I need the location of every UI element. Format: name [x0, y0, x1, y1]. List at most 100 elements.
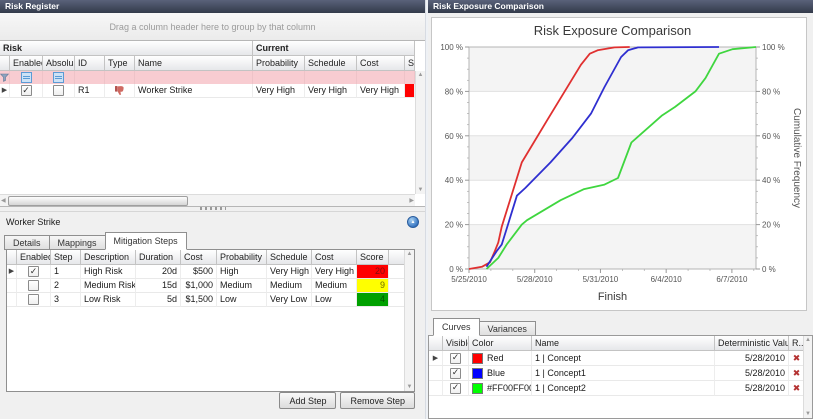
- tab-mappings[interactable]: Mappings: [49, 235, 106, 250]
- tab-curves[interactable]: Curves: [433, 318, 480, 336]
- column-header-score[interactable]: Sc: [405, 56, 415, 71]
- red-x-icon[interactable]: ✖: [793, 367, 801, 380]
- column-header-enabled[interactable]: Enabled: [10, 56, 43, 71]
- checkbox-unchecked-icon[interactable]: [28, 280, 39, 291]
- curve-visible-cell[interactable]: [443, 381, 469, 396]
- risk-row-worker-strike[interactable]: ▶ R1 Worker Strike Very High Very High V…: [0, 84, 425, 98]
- column-header-absolute[interactable]: Absolu...: [43, 56, 75, 71]
- column-header-name[interactable]: Name: [135, 56, 253, 71]
- scroll-up-icon[interactable]: ▲: [407, 251, 413, 257]
- checkbox-checked-icon[interactable]: [21, 85, 32, 96]
- filter-cell-id[interactable]: [75, 71, 105, 84]
- column-header-score[interactable]: Score: [357, 250, 389, 265]
- mitigation-vertical-scrollbar[interactable]: ▲ ▼: [404, 250, 414, 391]
- scroll-up-icon[interactable]: ▲: [418, 72, 424, 78]
- column-header-probability[interactable]: Probability: [253, 56, 305, 71]
- filter-cell-probability[interactable]: [253, 71, 305, 84]
- column-header-probability[interactable]: Probability: [217, 250, 267, 265]
- mitigation-row-1[interactable]: ▶ 1 High Risk 20d $500 High Very High Ve…: [7, 265, 414, 279]
- curve-name-cell[interactable]: 1 | Concept1: [532, 366, 715, 381]
- checkbox-checked-icon[interactable]: [450, 383, 461, 394]
- band-header-risk[interactable]: Risk: [0, 41, 253, 56]
- red-x-icon[interactable]: ✖: [793, 382, 801, 395]
- mitigation-row-3[interactable]: 3 Low Risk 5d $1,500 Low Very Low Low 4: [7, 293, 414, 307]
- column-header-name[interactable]: Name: [532, 336, 715, 351]
- step-description-cell[interactable]: Medium Risk: [81, 279, 136, 293]
- add-step-button[interactable]: Add Step: [279, 392, 336, 409]
- checkbox-checked-icon[interactable]: [28, 266, 39, 277]
- curve-row-blue[interactable]: Blue 1 | Concept1 5/28/2010 ✖: [429, 366, 812, 381]
- scroll-up-icon[interactable]: ▲: [805, 337, 811, 343]
- filter-cell-cost[interactable]: [357, 71, 405, 84]
- step-cost-cell[interactable]: $1,000: [181, 279, 217, 293]
- curve-row-green[interactable]: #FF00FF00 1 | Concept2 5/28/2010 ✖: [429, 381, 812, 396]
- curve-color-cell[interactable]: #FF00FF00: [469, 381, 532, 396]
- filter-cell-enabled[interactable]: [10, 71, 43, 84]
- step-cost-cell[interactable]: $1,500: [181, 293, 217, 307]
- curve-deterministic-cell[interactable]: 5/28/2010: [715, 366, 789, 381]
- risk-name-cell[interactable]: Worker Strike: [135, 84, 253, 98]
- step-score-cell[interactable]: 20: [357, 265, 389, 279]
- tab-mitigation-steps[interactable]: Mitigation Steps: [105, 232, 187, 250]
- step-enabled-cell[interactable]: [17, 265, 51, 279]
- step-schedule-cell[interactable]: Medium: [267, 279, 312, 293]
- column-header-cost-impact[interactable]: Cost: [312, 250, 357, 265]
- checkbox-unchecked-icon[interactable]: [53, 85, 64, 96]
- step-number-cell[interactable]: 2: [51, 279, 81, 293]
- step-score-cell[interactable]: 9: [357, 279, 389, 293]
- curve-visible-cell[interactable]: [443, 351, 469, 366]
- filter-cell-schedule[interactable]: [305, 71, 357, 84]
- curve-deterministic-cell[interactable]: 5/28/2010: [715, 351, 789, 366]
- risk-absolute-cell[interactable]: [43, 84, 75, 98]
- filter-checkbox-icon[interactable]: [53, 72, 64, 83]
- step-score-cell[interactable]: 4: [357, 293, 389, 307]
- column-header-schedule[interactable]: Schedule: [305, 56, 357, 71]
- step-probability-cell[interactable]: High: [217, 265, 267, 279]
- filter-cell-name[interactable]: [135, 71, 253, 84]
- risk-table-vertical-scrollbar[interactable]: ▲ ▼: [415, 71, 425, 194]
- column-header-type[interactable]: Type: [105, 56, 135, 71]
- curve-color-cell[interactable]: Blue: [469, 366, 532, 381]
- scroll-down-icon[interactable]: ▼: [418, 187, 424, 193]
- filter-cell-score[interactable]: [405, 71, 415, 84]
- mitigation-row-2[interactable]: 2 Medium Risk 15d $1,000 Medium Medium M…: [7, 279, 414, 293]
- step-number-cell[interactable]: 1: [51, 265, 81, 279]
- step-duration-cell[interactable]: 15d: [136, 279, 181, 293]
- step-probability-cell[interactable]: Low: [217, 293, 267, 307]
- risk-cost-cell[interactable]: Very High: [357, 84, 405, 98]
- step-duration-cell[interactable]: 5d: [136, 293, 181, 307]
- risk-id-cell[interactable]: R1: [75, 84, 105, 98]
- scroll-left-icon[interactable]: ◀: [1, 198, 6, 204]
- column-header-description[interactable]: Description: [81, 250, 136, 265]
- band-header-current[interactable]: Current: [253, 41, 415, 56]
- curve-deterministic-cell[interactable]: 5/28/2010: [715, 381, 789, 396]
- step-schedule-cell[interactable]: Very High: [267, 265, 312, 279]
- red-x-icon[interactable]: ✖: [793, 352, 801, 365]
- risk-score-cell[interactable]: [405, 84, 415, 98]
- step-schedule-cell[interactable]: Very Low: [267, 293, 312, 307]
- filter-cell-type[interactable]: [105, 71, 135, 84]
- checkbox-unchecked-icon[interactable]: [28, 294, 39, 305]
- checkbox-checked-icon[interactable]: [450, 353, 461, 364]
- step-enabled-cell[interactable]: [17, 293, 51, 307]
- column-header-visible[interactable]: Visible: [443, 336, 469, 351]
- column-header-schedule[interactable]: Schedule: [267, 250, 312, 265]
- column-header-id[interactable]: ID: [75, 56, 105, 71]
- column-header-cost[interactable]: Cost: [181, 250, 217, 265]
- tab-details[interactable]: Details: [4, 235, 50, 250]
- scroll-right-icon[interactable]: ▶: [409, 198, 414, 204]
- step-enabled-cell[interactable]: [17, 279, 51, 293]
- group-by-drop-zone[interactable]: Drag a column header here to group by th…: [0, 13, 425, 41]
- column-header-deterministic[interactable]: Deterministic Value: [715, 336, 789, 351]
- scroll-down-icon[interactable]: ▼: [805, 411, 811, 417]
- scroll-down-icon[interactable]: ▼: [407, 384, 413, 390]
- checkbox-checked-icon[interactable]: [450, 368, 461, 379]
- scrollbar-thumb[interactable]: [8, 196, 188, 206]
- step-description-cell[interactable]: High Risk: [81, 265, 136, 279]
- column-header-duration[interactable]: Duration: [136, 250, 181, 265]
- risk-probability-cell[interactable]: Very High: [253, 84, 305, 98]
- step-cost-impact-cell[interactable]: Very High: [312, 265, 357, 279]
- risk-schedule-cell[interactable]: Very High: [305, 84, 357, 98]
- curve-name-cell[interactable]: 1 | Concept2: [532, 381, 715, 396]
- column-header-color[interactable]: Color: [469, 336, 532, 351]
